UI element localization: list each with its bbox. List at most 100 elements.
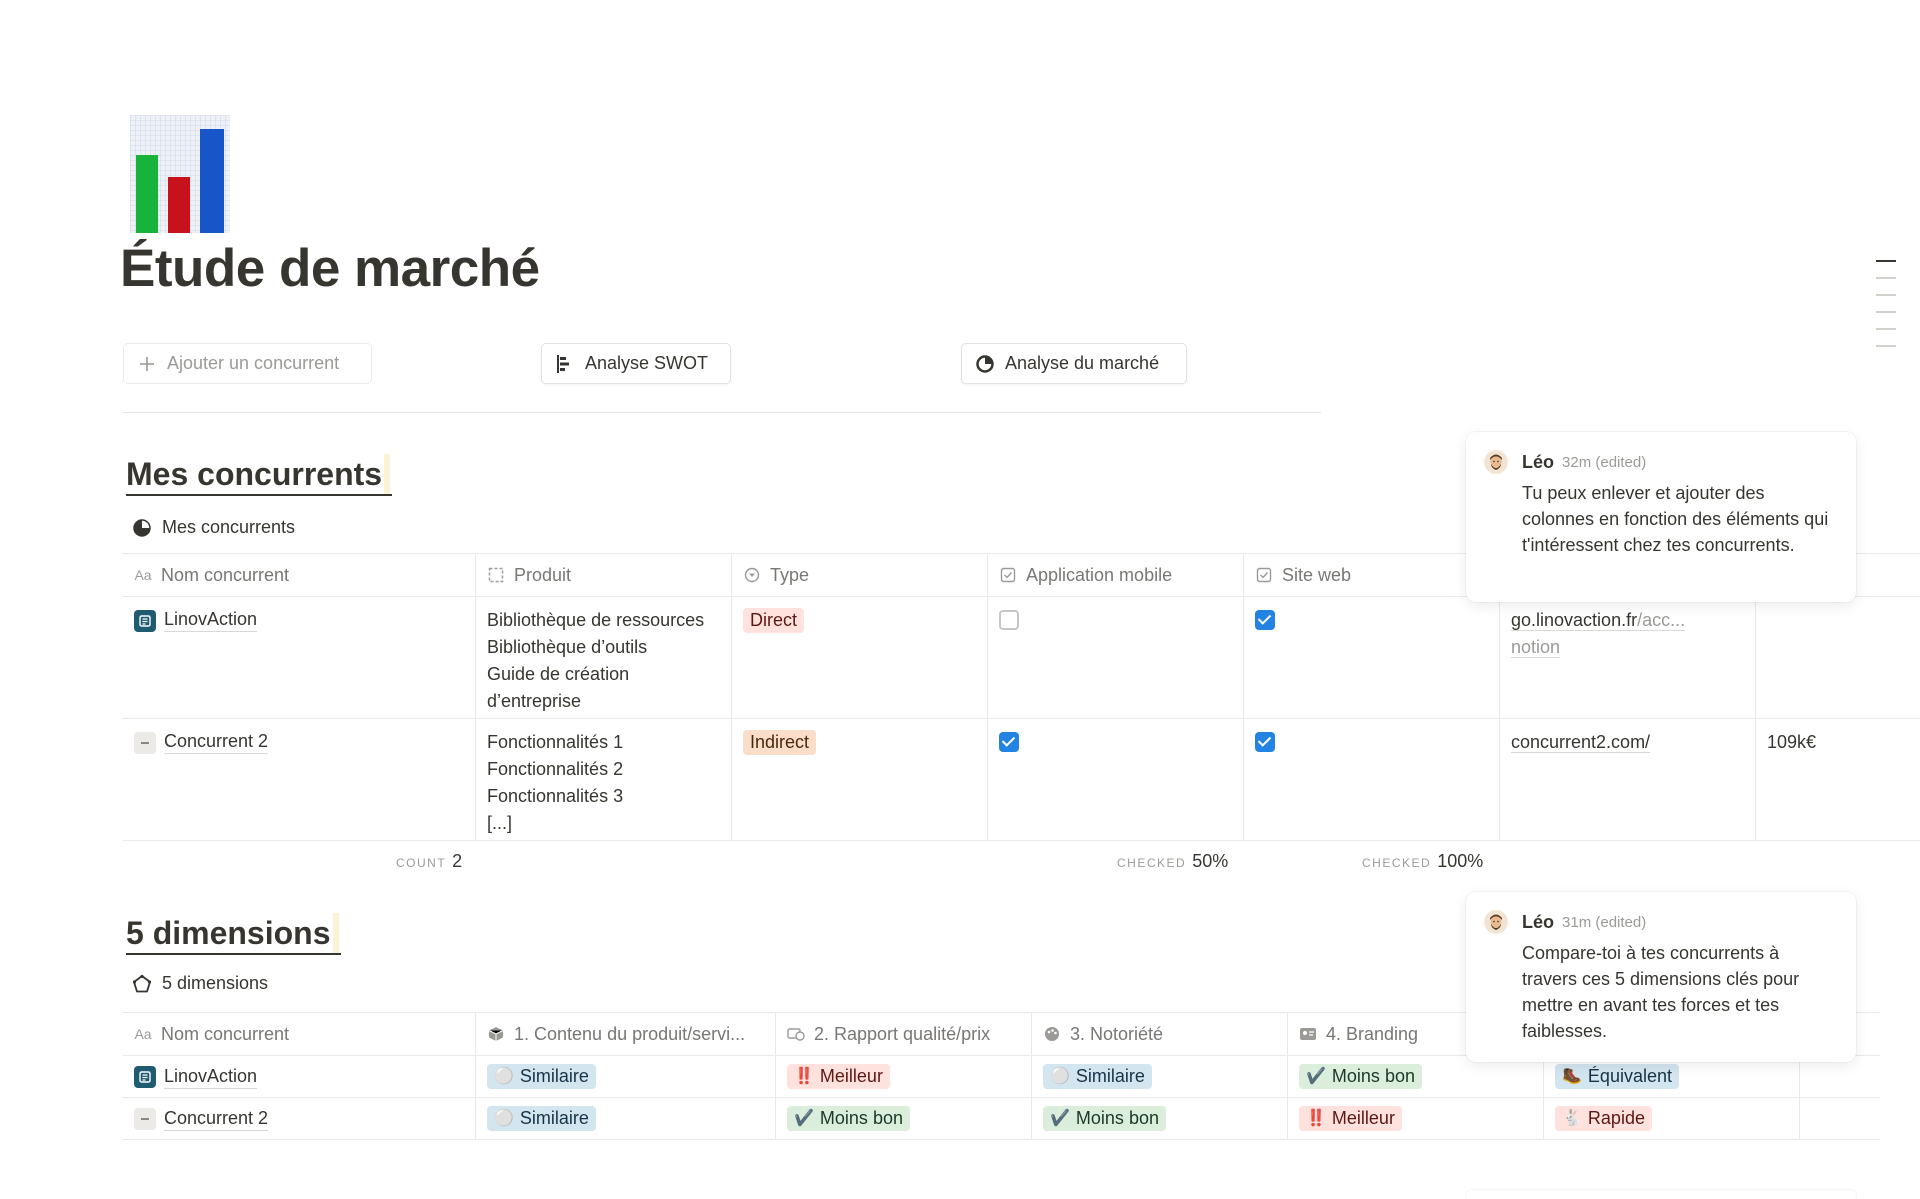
product-line: Bibliothèque de ressources xyxy=(487,610,705,630)
dimension-1-cell[interactable]: ⚪ Similaire xyxy=(476,1098,776,1139)
url-link[interactable]: go.linovaction.fr/acc... xyxy=(1511,610,1686,631)
comment-time: 31m (edited) xyxy=(1562,913,1647,931)
dimension-tag: ⚪ Similaire xyxy=(1043,1064,1152,1089)
type-cell[interactable]: Direct xyxy=(732,597,988,718)
toc-line[interactable] xyxy=(1876,328,1896,330)
add-competitor-label: Ajouter un concurrent xyxy=(167,353,340,373)
add-competitor-button[interactable]: Ajouter un concurrent xyxy=(123,343,372,384)
view-tab-competitors[interactable]: Mes concurrents xyxy=(132,517,295,538)
dimension-tag: ✔️ Moins bon xyxy=(1299,1064,1422,1089)
name-cell[interactable]: Concurrent 2 xyxy=(123,719,476,840)
dash-icon xyxy=(134,1107,156,1130)
url-cell[interactable]: concurrent2.com/ xyxy=(1500,719,1756,840)
revenue-cell[interactable]: 109k€ xyxy=(1756,719,1920,840)
mobile-app-checkbox[interactable] xyxy=(999,610,1019,630)
dimension-4-cell[interactable]: ‼️ Meilleur xyxy=(1288,1098,1544,1139)
comment-body: Tu peux enlever et ajouter des colonnes … xyxy=(1522,483,1829,555)
competitor-name[interactable]: LinovAction xyxy=(164,1064,258,1089)
calc-value: 2 xyxy=(452,851,463,871)
extra-cell[interactable] xyxy=(1800,1056,1880,1097)
product-cell[interactable]: Bibliothèque de ressources Bibliothèque … xyxy=(476,597,732,718)
page-icon-bar-chart[interactable] xyxy=(130,115,230,233)
column-header-label: Application mobile xyxy=(1026,564,1173,585)
column-header-product[interactable]: Produit xyxy=(476,554,732,596)
column-header-dimension-3[interactable]: 3. Notoriété xyxy=(1032,1013,1288,1055)
toc-line[interactable] xyxy=(1876,345,1896,347)
column-header-label: Nom concurrent xyxy=(161,564,290,585)
section-heading-text: Mes concurrents xyxy=(126,456,383,492)
type-tag: Direct xyxy=(743,608,805,633)
comment-card[interactable]: Léo 32m (edited) Tu peux enlever et ajou… xyxy=(1466,432,1856,602)
market-analysis-button[interactable]: Analyse du marché xyxy=(961,343,1187,384)
comment-card[interactable]: Léo 31m (edited) Compare-toi à tes concu… xyxy=(1466,892,1856,1062)
revenue-cell[interactable] xyxy=(1756,597,1920,718)
comment-author: Léo xyxy=(1522,911,1555,932)
count-calculation[interactable]: COUNT 2 xyxy=(396,851,462,872)
pentagon-icon xyxy=(132,974,152,994)
table-row[interactable]: LinovAction Bibliothèque de ressources B… xyxy=(123,597,1920,719)
palette-icon xyxy=(1043,1025,1061,1043)
toc-line[interactable] xyxy=(1876,260,1896,262)
table-row[interactable]: Concurrent 2 Fonctionnalités 1 Fonctionn… xyxy=(123,719,1920,841)
swot-analysis-button[interactable]: Analyse SWOT xyxy=(541,343,731,384)
circle-icon: ⚪ xyxy=(1050,1068,1070,1085)
column-header-name[interactable]: Aa Nom concurrent xyxy=(123,554,476,596)
product-cell[interactable]: Fonctionnalités 1 Fonctionnalités 2 Fonc… xyxy=(476,719,732,840)
view-tab-dimensions[interactable]: 5 dimensions xyxy=(132,973,268,994)
url-main: concurrent2.com/ xyxy=(1511,732,1651,752)
dimension-5-cell[interactable]: 🐇 Rapide xyxy=(1544,1098,1800,1139)
checkbox-property-icon xyxy=(1255,566,1273,584)
tag-label: Rapide xyxy=(1587,1108,1645,1128)
dimension-3-cell[interactable]: ✔️ Moins bon xyxy=(1032,1098,1288,1139)
column-header-website[interactable]: Site web xyxy=(1244,554,1500,596)
mobile-checked-calculation[interactable]: CHECKED 50% xyxy=(1117,851,1228,872)
table-of-contents[interactable] xyxy=(1876,260,1896,362)
extra-cell[interactable] xyxy=(1800,1098,1880,1139)
type-cell[interactable]: Indirect xyxy=(732,719,988,840)
check-mark-icon: ✔️ xyxy=(794,1110,814,1127)
url-line2[interactable]: notion xyxy=(1511,637,1561,658)
website-checkbox[interactable] xyxy=(1255,610,1275,630)
section-heading-dimensions: 5 dimensions xyxy=(126,913,341,955)
package-icon xyxy=(487,1025,505,1043)
avatar[interactable] xyxy=(1484,450,1508,474)
competitor-name[interactable]: LinovAction xyxy=(164,607,258,632)
comment-body: Compare-toi à tes concurrents à travers … xyxy=(1522,943,1800,1041)
toc-line[interactable] xyxy=(1876,294,1896,296)
table-row[interactable]: Concurrent 2 ⚪ Similaire ✔️ Moins bon ✔️ Mo… xyxy=(123,1098,1880,1140)
name-cell[interactable]: LinovAction xyxy=(123,597,476,718)
web-checked-calculation[interactable]: CHECKED 100% xyxy=(1362,851,1483,872)
dimension-4-cell[interactable]: ✔️ Moins bon xyxy=(1288,1056,1544,1097)
mobile-app-checkbox[interactable] xyxy=(999,732,1019,752)
column-header-name[interactable]: Aa Nom concurrent xyxy=(123,1013,476,1055)
column-header-mobile-app[interactable]: Application mobile xyxy=(988,554,1244,596)
dimension-3-cell[interactable]: ⚪ Similaire xyxy=(1032,1056,1288,1097)
tag-label: Meilleur xyxy=(1331,1108,1395,1128)
column-header-label: 2. Rapport qualité/prix xyxy=(814,1023,991,1044)
name-cell[interactable]: Concurrent 2 xyxy=(123,1098,476,1139)
name-cell[interactable]: LinovAction xyxy=(123,1056,476,1097)
double-exclamation-icon: ‼️ xyxy=(1306,1110,1326,1127)
column-header-dimension-2[interactable]: 2. Rapport qualité/prix xyxy=(776,1013,1032,1055)
competitor-name[interactable]: Concurrent 2 xyxy=(164,729,269,754)
dimension-1-cell[interactable]: ⚪ Similaire xyxy=(476,1056,776,1097)
product-line: Bibliothèque d’outils xyxy=(487,637,648,657)
toc-line[interactable] xyxy=(1876,277,1896,279)
dimension-2-cell[interactable]: ‼️ Meilleur xyxy=(776,1056,1032,1097)
dimension-2-cell[interactable]: ✔️ Moins bon xyxy=(776,1098,1032,1139)
url-link[interactable]: concurrent2.com/ xyxy=(1511,732,1651,753)
comment-card-partial[interactable] xyxy=(1466,1190,1856,1199)
tag-label: Similaire xyxy=(519,1066,589,1086)
dimension-5-cell[interactable]: 🥾 Équivalent xyxy=(1544,1056,1800,1097)
column-header-label: Type xyxy=(770,564,810,585)
column-header-label: 4. Branding xyxy=(1326,1023,1419,1044)
column-header-label: Nom concurrent xyxy=(161,1023,290,1044)
toc-line[interactable] xyxy=(1876,311,1896,313)
website-checkbox[interactable] xyxy=(1255,732,1275,752)
competitor-name[interactable]: Concurrent 2 xyxy=(164,1106,269,1131)
column-header-type[interactable]: Type xyxy=(732,554,988,596)
table-row[interactable]: LinovAction ⚪ Similaire ‼️ Meilleur ⚪ Simil… xyxy=(123,1056,1880,1098)
column-header-dimension-1[interactable]: 1. Contenu du produit/servi... xyxy=(476,1013,776,1055)
avatar[interactable] xyxy=(1484,910,1508,934)
url-cell[interactable]: go.linovaction.fr/acc... notion xyxy=(1500,597,1756,718)
